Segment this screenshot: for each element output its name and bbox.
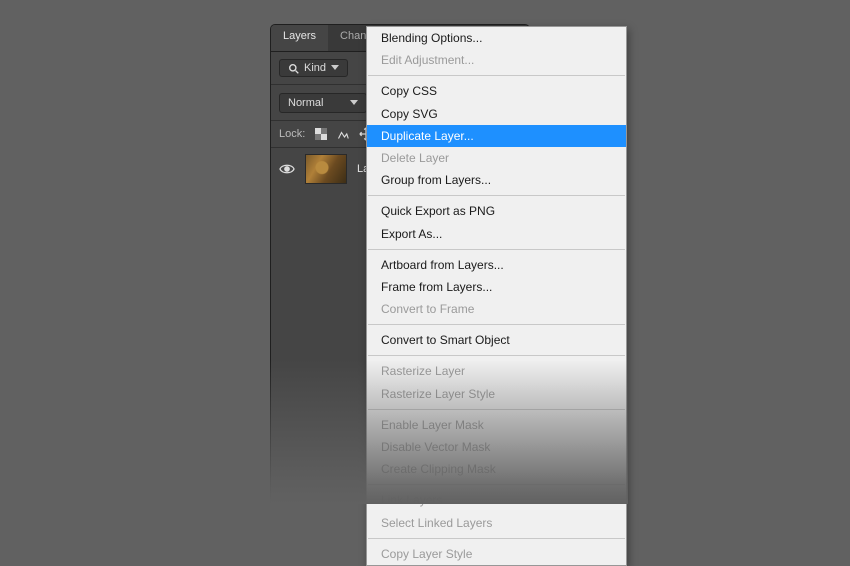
menu-frame-from-layers[interactable]: Frame from Layers... [367,276,626,298]
menu-separator [368,538,625,539]
menu-select-linked-layers: Select Linked Layers [367,512,626,534]
menu-copy-layer-style: Copy Layer Style [367,543,626,565]
menu-artboard-from-layers[interactable]: Artboard from Layers... [367,254,626,276]
filter-kind-dropdown[interactable]: Kind [279,59,348,77]
menu-separator [368,484,625,485]
lock-label: Lock: [279,128,305,140]
tab-layers[interactable]: Layers [271,25,328,51]
menu-disable-vector-mask: Disable Vector Mask [367,436,626,458]
lock-transparent-icon[interactable] [315,128,327,140]
layer-context-menu: Blending Options... Edit Adjustment... C… [366,26,627,566]
chevron-down-icon [331,65,339,71]
menu-group-from-layers[interactable]: Group from Layers... [367,169,626,191]
visibility-eye-icon[interactable] [279,163,295,175]
menu-blending-options[interactable]: Blending Options... [367,27,626,49]
menu-quick-export-png[interactable]: Quick Export as PNG [367,200,626,222]
menu-convert-to-smart-object[interactable]: Convert to Smart Object [367,329,626,351]
filter-kind-label: Kind [304,62,326,74]
menu-link-layers: Link Layers [367,489,626,511]
blend-mode-dropdown[interactable]: Normal [279,93,367,113]
menu-separator [368,355,625,356]
menu-enable-layer-mask: Enable Layer Mask [367,414,626,436]
menu-separator [368,249,625,250]
menu-rasterize-layer-style: Rasterize Layer Style [367,383,626,405]
layer-thumbnail[interactable] [305,154,347,184]
menu-copy-svg[interactable]: Copy SVG [367,103,626,125]
menu-separator [368,324,625,325]
chevron-down-icon [350,100,358,106]
menu-delete-layer: Delete Layer [367,147,626,169]
blend-mode-value: Normal [288,97,323,109]
menu-duplicate-layer[interactable]: Duplicate Layer... [367,125,626,147]
menu-separator [368,195,625,196]
menu-separator [368,75,625,76]
menu-copy-css[interactable]: Copy CSS [367,80,626,102]
menu-edit-adjustment: Edit Adjustment... [367,49,626,71]
search-icon [288,63,299,74]
menu-separator [368,409,625,410]
menu-rasterize-layer: Rasterize Layer [367,360,626,382]
lock-image-icon[interactable] [337,128,349,140]
menu-convert-to-frame: Convert to Frame [367,298,626,320]
menu-export-as[interactable]: Export As... [367,223,626,245]
menu-create-clipping-mask: Create Clipping Mask [367,458,626,480]
